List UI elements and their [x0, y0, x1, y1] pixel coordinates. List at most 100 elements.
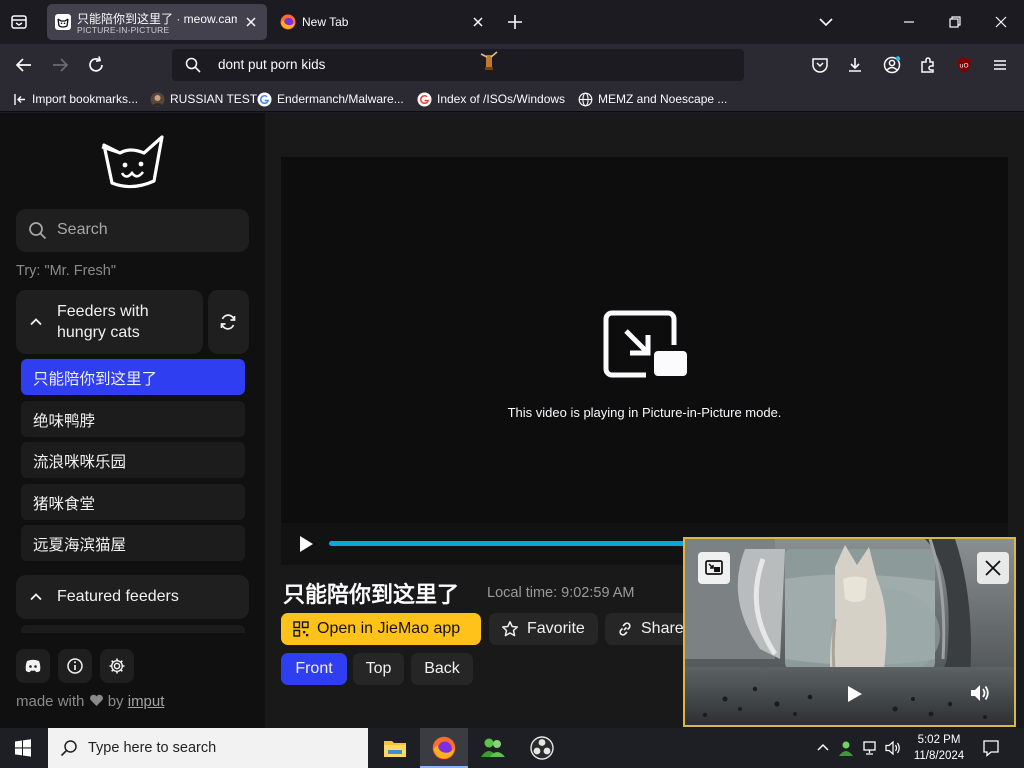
- reload-icon[interactable]: [85, 54, 107, 76]
- chevron-up-icon: [30, 593, 42, 601]
- folder-icon: [384, 741, 406, 757]
- star-icon: [501, 621, 519, 637]
- user-tray-icon[interactable]: [838, 740, 854, 756]
- share-label: Share: [641, 620, 684, 637]
- feeder-item[interactable]: 猪咪食堂: [21, 484, 245, 520]
- browser-navigation-bar: dont put porn kids uO: [0, 44, 1024, 86]
- profile-photo-icon: [150, 92, 165, 106]
- close-tab-icon[interactable]: [470, 14, 486, 30]
- picture-in-picture-window[interactable]: [683, 537, 1016, 727]
- browser-tab-strip: 只能陪你到这里了 · meow.camera PICTURE-IN-PICTUR…: [0, 0, 1024, 44]
- taskbar-search-box[interactable]: Type here to search: [48, 728, 368, 768]
- feeder-item[interactable]: 远夏海滨猫屋: [21, 525, 245, 561]
- feeder-item[interactable]: 绝味鸭脖: [21, 401, 245, 437]
- video-player[interactable]: This video is playing in Picture-in-Pict…: [281, 157, 1008, 523]
- return-to-tab-icon: [705, 560, 723, 575]
- downloads-icon[interactable]: [845, 55, 865, 75]
- hamburger-menu-icon[interactable]: [990, 55, 1010, 75]
- refresh-icon: [220, 314, 236, 330]
- author-link[interactable]: imput: [128, 693, 165, 710]
- pocket-save-icon[interactable]: [810, 55, 830, 75]
- by-text: by: [107, 693, 124, 710]
- svg-text:uO: uO: [959, 62, 968, 70]
- search-icon: [29, 222, 47, 240]
- info-icon: [67, 658, 83, 674]
- made-with-credit: made with by imput: [16, 693, 164, 710]
- list-all-tabs-chevron-icon[interactable]: [816, 12, 836, 32]
- taskbar-people-app[interactable]: [469, 728, 517, 768]
- account-icon[interactable]: [882, 55, 902, 75]
- minimize-window-icon[interactable]: [899, 12, 919, 32]
- picture-in-picture-icon: [603, 310, 687, 378]
- heart-icon: [89, 694, 103, 706]
- stream-title: 只能陪你到这里了: [283, 582, 460, 607]
- system-clock[interactable]: 5:02 PM 11/8/2024: [906, 732, 972, 764]
- firefox-icon: [432, 736, 456, 760]
- address-bar[interactable]: dont put porn kids: [172, 49, 744, 81]
- notification-center-icon[interactable]: [982, 739, 1000, 757]
- discord-icon: [25, 659, 41, 673]
- bookmark-isos-windows[interactable]: Index of /ISOs/Windows: [417, 90, 565, 108]
- settings-button[interactable]: [100, 649, 134, 683]
- close-window-icon[interactable]: [991, 12, 1011, 32]
- group-hungry-cats-header[interactable]: Feeders with hungry cats: [16, 290, 203, 354]
- forward-arrow-icon[interactable]: [49, 54, 71, 76]
- dragged-figure-icon: [480, 51, 498, 70]
- open-in-app-label: Open in JieMao app: [317, 620, 461, 637]
- play-icon[interactable]: [298, 535, 314, 553]
- cat-logo-icon[interactable]: [98, 131, 168, 193]
- pip-close-button[interactable]: [977, 552, 1009, 584]
- back-arrow-icon[interactable]: [13, 54, 35, 76]
- pip-mode-message: This video is playing in Picture-in-Pict…: [507, 405, 782, 420]
- chevron-up-icon: [30, 318, 42, 326]
- bookmark-memz-noescape[interactable]: MEMZ and Noescape ...: [578, 90, 727, 108]
- group-featured-label: Featured feeders: [57, 588, 179, 605]
- new-tab-plus-icon[interactable]: [505, 12, 525, 32]
- taskbar-obs[interactable]: [518, 728, 566, 768]
- bookmark-import[interactable]: Import bookmarks...: [12, 90, 138, 108]
- bookmark-label: Index of /ISOs/Windows: [437, 92, 566, 106]
- bookmark-endermanch[interactable]: Endermanch/Malware...: [257, 90, 404, 108]
- show-hidden-icons-chevron-icon[interactable]: [815, 740, 831, 756]
- open-in-app-button[interactable]: Open in JieMao app: [281, 613, 481, 645]
- group-featured-header[interactable]: Featured feeders: [16, 575, 249, 619]
- info-button[interactable]: [58, 649, 92, 683]
- favorite-label: Favorite: [527, 620, 585, 637]
- play-icon[interactable]: [847, 685, 863, 703]
- discord-button[interactable]: [16, 649, 50, 683]
- view-back-button[interactable]: Back: [411, 653, 473, 685]
- close-tab-icon[interactable]: [243, 14, 259, 30]
- view-front-button[interactable]: Front: [281, 653, 347, 685]
- feeder-search-input[interactable]: Search: [16, 209, 249, 252]
- tab-meow-camera[interactable]: 只能陪你到这里了 · meow.camera PICTURE-IN-PICTUR…: [47, 4, 267, 40]
- globe-icon: [578, 92, 593, 106]
- view-top-button[interactable]: Top: [353, 653, 404, 685]
- made-with-text: made with: [16, 693, 85, 710]
- favorite-button[interactable]: Favorite: [489, 613, 598, 645]
- speaker-volume-icon[interactable]: [885, 740, 901, 756]
- pip-return-to-tab-button[interactable]: [698, 552, 730, 584]
- qr-code-icon: [293, 621, 309, 637]
- feeder-item-selected[interactable]: 只能陪你到这里了: [21, 359, 245, 395]
- tab-new-tab[interactable]: New Tab: [272, 4, 494, 40]
- clock-date: 11/8/2024: [913, 750, 965, 762]
- firefox-favicon-icon: [280, 14, 296, 30]
- network-icon[interactable]: [862, 740, 878, 756]
- bookmark-label: RUSSIAN TEST: [170, 92, 258, 106]
- taskbar-firefox[interactable]: [420, 728, 468, 768]
- volume-icon[interactable]: [969, 683, 991, 703]
- restore-window-icon[interactable]: [945, 12, 965, 32]
- extensions-puzzle-icon[interactable]: [918, 55, 938, 75]
- feeder-item[interactable]: 流浪咪咪乐园: [21, 442, 245, 478]
- taskbar-search-placeholder: Type here to search: [88, 740, 217, 756]
- clock-time: 5:02 PM: [917, 734, 961, 746]
- close-icon: [985, 560, 1001, 576]
- users-group-icon: [481, 738, 505, 757]
- ublock-origin-icon[interactable]: uO: [954, 55, 974, 75]
- windows-start-icon[interactable]: [14, 739, 32, 757]
- tab-list-icon[interactable]: [9, 12, 29, 32]
- refresh-button[interactable]: [208, 290, 249, 354]
- bookmark-russian-test[interactable]: RUSSIAN TEST: [150, 90, 257, 108]
- taskbar-file-explorer[interactable]: [371, 728, 419, 768]
- tab-title: New Tab: [302, 15, 349, 29]
